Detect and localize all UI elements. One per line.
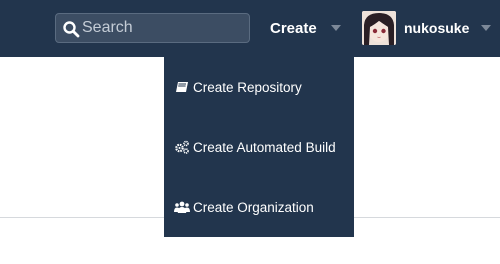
avatar-image xyxy=(362,11,396,45)
chevron-down-icon xyxy=(481,25,492,31)
user-avatar xyxy=(362,11,396,45)
chevron-down-icon xyxy=(330,25,341,31)
menu-item-label: Create Repository xyxy=(193,79,302,95)
user-menu-toggle[interactable]: nukosuke xyxy=(362,10,492,46)
gears-icon xyxy=(174,140,190,154)
username: nukosuke xyxy=(404,20,470,36)
search-input[interactable] xyxy=(82,16,244,40)
create-label: Create xyxy=(270,19,317,37)
menu-item-create-automated-build[interactable]: Create Automated Build xyxy=(164,132,354,162)
book-icon xyxy=(174,80,190,94)
search-box[interactable] xyxy=(55,13,250,43)
menu-item-create-organization[interactable]: Create Organization xyxy=(164,192,354,222)
search-icon xyxy=(63,21,80,38)
top-navbar: Create nukosuke xyxy=(0,0,500,57)
create-menu-toggle[interactable]: Create xyxy=(270,18,341,38)
menu-item-label: Create Automated Build xyxy=(193,139,336,155)
menu-item-label: Create Organization xyxy=(193,199,314,215)
menu-item-create-repository[interactable]: Create Repository xyxy=(164,72,354,102)
create-dropdown-menu: Create Repository Create Automated Build xyxy=(164,57,354,237)
users-icon xyxy=(174,200,190,214)
page: Create nukosuke xyxy=(0,0,500,264)
